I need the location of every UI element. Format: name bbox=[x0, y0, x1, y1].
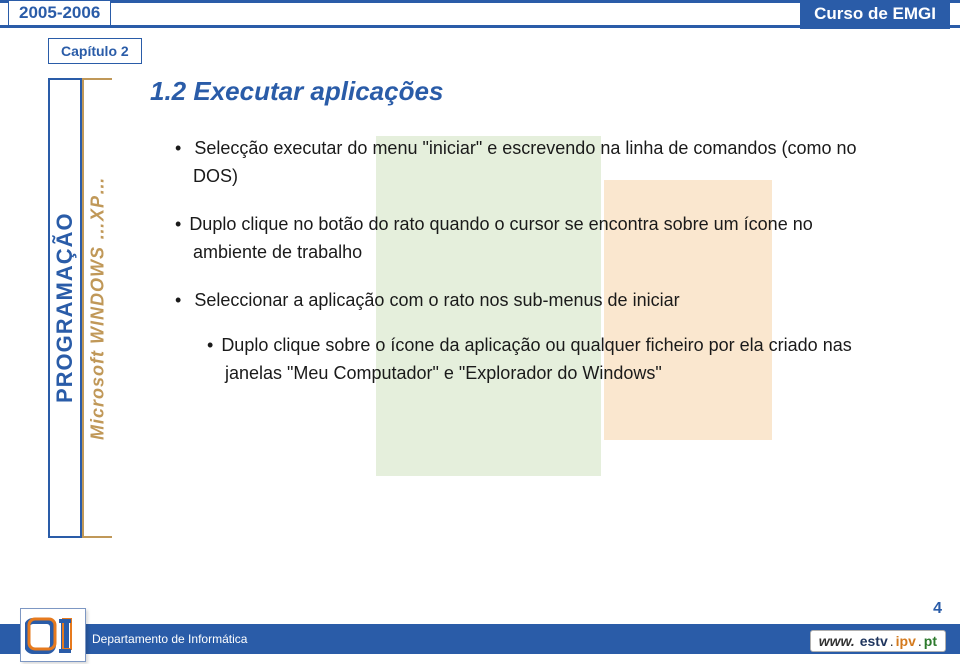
department-label: Departamento de Informática bbox=[92, 632, 247, 646]
di-logo bbox=[20, 608, 86, 662]
url-dot-2: . bbox=[918, 633, 922, 649]
page-number: 4 bbox=[933, 600, 942, 618]
section-title: 1.2 Executar aplicações bbox=[150, 76, 443, 107]
url-www: www. bbox=[819, 633, 855, 649]
course-label: Curso de EMGI bbox=[800, 0, 950, 29]
sidebar-programacao: PROGRAMAÇÃO bbox=[48, 78, 82, 538]
url-estv: estv bbox=[860, 633, 888, 649]
bullet-3-sub: Duplo clique sobre o ícone da aplicação … bbox=[207, 332, 885, 388]
url-pt: pt bbox=[924, 633, 937, 649]
content-body: Selecção executar do menu "iniciar" e es… bbox=[175, 135, 885, 408]
sidebar-windows-xp: Microsoft WINDOWS …XP… bbox=[82, 78, 112, 538]
bullet-1-dos: DOS bbox=[193, 166, 232, 186]
vertical-sidebar: PROGRAMAÇÃO Microsoft WINDOWS …XP… bbox=[48, 78, 112, 538]
estv-url-badge: www. estv . ipv . pt bbox=[810, 630, 946, 652]
bullet-1-text-post: ) bbox=[232, 166, 238, 186]
bullet-3: Seleccionar a aplicação com o rato nos s… bbox=[175, 287, 885, 389]
url-dot-1: . bbox=[890, 633, 894, 649]
url-ipv: ipv bbox=[896, 633, 916, 649]
bullet-2: Duplo clique no botão do rato quando o c… bbox=[175, 211, 885, 267]
di-logo-icon bbox=[25, 613, 81, 657]
bullet-1: Selecção executar do menu "iniciar" e es… bbox=[175, 135, 885, 191]
bullet-3-text: Seleccionar a aplicação com o rato nos s… bbox=[194, 290, 679, 310]
bullet-1-text-pre: Selecção executar do menu "iniciar" e es… bbox=[194, 138, 856, 158]
chapter-label: Capítulo 2 bbox=[48, 38, 142, 64]
year-label: 2005-2006 bbox=[8, 1, 111, 25]
